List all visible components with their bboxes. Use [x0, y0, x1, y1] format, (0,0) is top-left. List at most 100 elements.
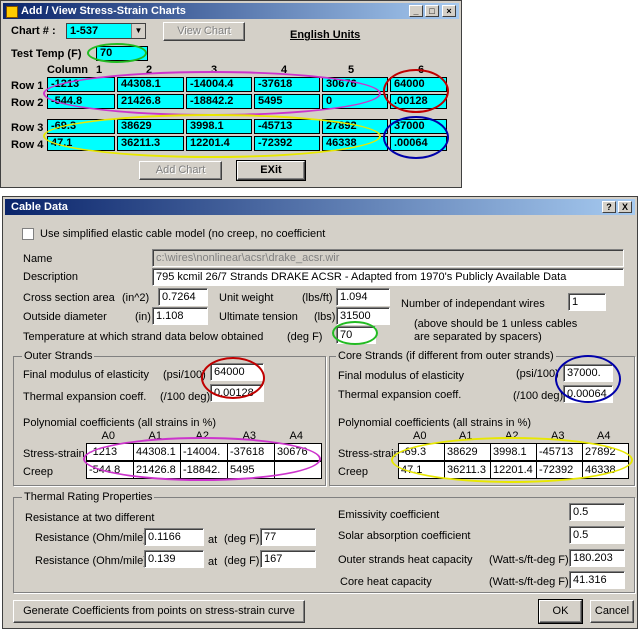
- core-stress-coefficient-cell[interactable]: 3998.1: [490, 443, 537, 461]
- chart-value-cell[interactable]: 30676: [322, 77, 388, 92]
- chart-value-cell[interactable]: -45713: [254, 119, 320, 134]
- chart-value-cell[interactable]: 12201.4: [186, 136, 252, 151]
- ultimate-tension-unit: (lbs): [314, 311, 336, 323]
- outer-stress-coefficient-cell[interactable]: -1213: [86, 443, 134, 461]
- ok-button[interactable]: OK: [538, 599, 583, 624]
- generate-coefficients-button[interactable]: Generate Coefficients from points on str…: [13, 600, 305, 623]
- stress-strain-chart-window: Add / View Stress-Strain Charts _ □ × Ch…: [0, 0, 462, 188]
- outer-creep-coefficient-cell[interactable]: -18842.: [180, 461, 228, 479]
- independent-wires-note: are separated by spacers): [414, 331, 542, 343]
- chart-value-cell[interactable]: -69.3: [47, 119, 115, 134]
- maximize-icon[interactable]: □: [425, 5, 439, 17]
- chart-value-cell[interactable]: 38629: [117, 119, 184, 134]
- temperature-unit: (deg F): [287, 331, 323, 343]
- resistance-2-input[interactable]: 0.139: [144, 550, 204, 568]
- outer-modulus-unit: (psi/100): [163, 369, 206, 381]
- emissivity-input[interactable]: 0.5: [569, 503, 625, 521]
- core-thermal-input[interactable]: 0.00064: [563, 385, 613, 403]
- outer-creep-coefficient-cell[interactable]: -544.8: [86, 461, 134, 479]
- chart-number-select[interactable]: 1-537 ▼: [66, 23, 146, 39]
- core-creep-coefficient-cell[interactable]: 47.1: [398, 461, 445, 479]
- core-modulus-input[interactable]: 37000.: [563, 364, 613, 382]
- core-poly-label: Polynomial coefficients (all strains in …: [338, 417, 531, 429]
- chevron-down-icon[interactable]: ▼: [131, 24, 145, 38]
- chart-value-cell[interactable]: 64000: [390, 77, 447, 92]
- chart-value-cell[interactable]: 0: [322, 94, 388, 109]
- independent-wires-input[interactable]: 1: [568, 293, 606, 311]
- core-stress-coefficient-cell[interactable]: -69.3: [398, 443, 445, 461]
- chart-value-cell[interactable]: 36211.3: [117, 136, 184, 151]
- outer-stress-coefficient-cell[interactable]: -14004.: [180, 443, 228, 461]
- close-icon[interactable]: ×: [442, 5, 456, 17]
- name-field[interactable]: c:\wires\nonlinear\acsr\drake_acsr.wir: [152, 249, 624, 267]
- chart-value-cell[interactable]: 5495: [254, 94, 320, 109]
- temperature-1-input[interactable]: 77: [260, 528, 316, 546]
- core-creep-coefficient-cell[interactable]: -72392: [536, 461, 583, 479]
- chart-value-cell[interactable]: 47.1: [47, 136, 115, 151]
- core-column-header: A2: [505, 430, 519, 442]
- simplified-model-label: Use simplified elastic cable model (no c…: [40, 228, 326, 240]
- col-number: 4: [281, 64, 288, 76]
- description-field[interactable]: 795 kcmil 26/7 Strands DRAKE ACSR - Adap…: [152, 268, 624, 286]
- core-stress-label: Stress-strain: [338, 448, 400, 460]
- add-chart-button[interactable]: Add Chart: [139, 161, 222, 180]
- cross-section-input[interactable]: 0.7264: [158, 288, 208, 306]
- outer-stress-coefficient-cell[interactable]: 44308.1: [133, 443, 181, 461]
- test-temp-input[interactable]: 70: [96, 46, 148, 61]
- outer-creep-coefficient-cell[interactable]: 5495: [227, 461, 275, 479]
- chart-value-cell[interactable]: 21426.8: [117, 94, 184, 109]
- chart-value-cell[interactable]: -18842.2: [186, 94, 252, 109]
- core-creep-coefficient-cell[interactable]: 12201.4: [490, 461, 537, 479]
- chart-value-cell[interactable]: -544.8: [47, 94, 115, 109]
- core-creep-coefficient-cell[interactable]: 36211.3: [444, 461, 491, 479]
- help-icon[interactable]: ?: [602, 201, 616, 213]
- outer-thermal-input[interactable]: 0.00128: [210, 384, 264, 402]
- chart-value-cell[interactable]: 46338: [322, 136, 388, 151]
- core-stress-coefficient-cell[interactable]: 27892: [582, 443, 629, 461]
- temperature-2-input[interactable]: 167: [260, 550, 316, 568]
- outer-stress-coefficient-cell[interactable]: -37618: [227, 443, 275, 461]
- temperature-input[interactable]: 70: [336, 326, 376, 344]
- chart-value-cell[interactable]: 37000: [390, 119, 447, 134]
- col-number: 6: [418, 64, 425, 76]
- outer-creep-coefficient-cell[interactable]: 21426.8: [133, 461, 181, 479]
- minimize-icon[interactable]: _: [409, 5, 423, 17]
- outer-stress-coefficient-cell[interactable]: 30676: [274, 443, 322, 461]
- chart-value-cell[interactable]: .00128: [390, 94, 447, 109]
- chart-value-cell[interactable]: 44308.1: [117, 77, 184, 92]
- chart-value-cell[interactable]: -37618: [254, 77, 320, 92]
- view-chart-button[interactable]: View Chart: [163, 22, 245, 41]
- outer-column-header: A3: [242, 430, 256, 442]
- close-icon[interactable]: X: [618, 201, 632, 213]
- outer-thermal-unit: (/100 deg): [160, 391, 211, 403]
- independent-wires-note: (above should be 1 unless cables: [414, 318, 578, 330]
- outer-modulus-input[interactable]: 64000: [210, 363, 264, 381]
- outer-creep-coefficient-cell[interactable]: [274, 461, 322, 479]
- exit-button[interactable]: EXit: [236, 160, 306, 181]
- core-heat-input[interactable]: 41.316: [569, 571, 625, 589]
- resistance-label: Resistance (Ohm/mile): [35, 555, 147, 567]
- chart-value-cell[interactable]: 27892: [322, 119, 388, 134]
- core-stress-coefficient-cell[interactable]: 38629: [444, 443, 491, 461]
- col-number: 1: [96, 64, 103, 76]
- outside-diameter-input[interactable]: 1.108: [152, 307, 208, 325]
- chart-value-cell[interactable]: .00064: [390, 136, 447, 151]
- solar-absorption-input[interactable]: 0.5: [569, 526, 625, 544]
- cancel-button[interactable]: Cancel: [590, 600, 634, 623]
- ultimate-tension-input[interactable]: 31500: [336, 307, 390, 325]
- resistance-1-input[interactable]: 0.1166: [144, 528, 204, 546]
- unit-weight-input[interactable]: 1.094: [336, 288, 390, 306]
- outer-heat-input[interactable]: 180.203: [569, 549, 625, 567]
- core-stress-coefficient-cell[interactable]: -45713: [536, 443, 583, 461]
- resistance-label: Resistance (Ohm/mile): [35, 532, 147, 544]
- at-label: at: [208, 534, 218, 546]
- chart-value-cell[interactable]: -14004.4: [186, 77, 252, 92]
- simplified-model-checkbox[interactable]: [22, 228, 34, 240]
- outer-heat-label: Outer strands heat capacity: [338, 554, 473, 566]
- unit-weight-unit: (lbs/ft): [302, 292, 333, 304]
- chart-value-cell[interactable]: -1213: [47, 77, 115, 92]
- core-creep-coefficient-cell[interactable]: 46338: [582, 461, 629, 479]
- chart-value-cell[interactable]: 3998.1: [186, 119, 252, 134]
- col-number: 2: [146, 64, 153, 76]
- chart-value-cell[interactable]: -72392: [254, 136, 320, 151]
